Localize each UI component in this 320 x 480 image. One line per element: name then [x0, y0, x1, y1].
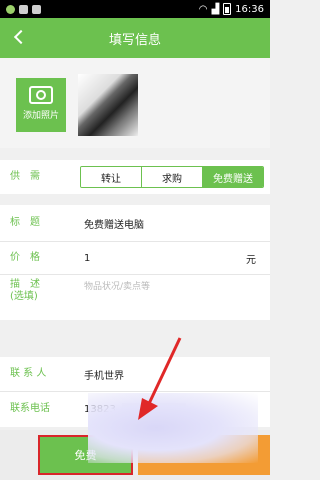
option-free-gift[interactable]: 免费赠送 — [202, 167, 263, 187]
price-input[interactable]: 1 — [84, 253, 90, 264]
add-photo-label: 添加照片 — [22, 111, 59, 121]
title-label: 标 题 — [10, 217, 40, 228]
supply-demand-row: 供 需 转让 求购 免费赠送 — [0, 160, 270, 194]
title-row: 标 题 免费赠送电脑 — [0, 205, 270, 241]
contact-person-label: 联 系 人 — [10, 368, 47, 379]
description-optional-note: (选填) — [10, 291, 38, 302]
camera-icon — [29, 86, 53, 104]
add-photo-button[interactable]: 添加照片 — [16, 78, 66, 132]
description-row: 描 述 (选填) 物品状况/卖点等 — [0, 275, 270, 319]
status-time: 16:36 — [235, 3, 264, 15]
page-title: 填写信息 — [108, 32, 161, 48]
app-bar: 填写信息 — [0, 18, 270, 58]
price-row: 价 格 1 元 — [0, 242, 270, 274]
contact-person-input[interactable]: 手机世界 — [84, 367, 124, 382]
title-input[interactable]: 免费赠送电脑 — [84, 216, 144, 231]
supply-demand-label: 供 需 — [10, 171, 40, 182]
supply-demand-segmented-control: 转让 求购 免费赠送 — [80, 166, 264, 188]
listing-form: 标 题 免费赠送电脑 价 格 1 元 描 述 (选填) 物品状况/卖点等 — [0, 205, 270, 320]
option-transfer[interactable]: 转让 — [81, 167, 141, 187]
back-icon[interactable] — [10, 26, 32, 48]
contact-person-row: 联 系 人 手机世界 — [0, 357, 270, 391]
photo-thumbnail[interactable] — [78, 74, 138, 136]
price-label: 价 格 — [10, 252, 40, 263]
blur-overlay — [88, 393, 258, 463]
wifi-icon: ◠ — [198, 3, 208, 15]
image-notification-icon — [19, 4, 28, 14]
description-input[interactable]: 物品状况/卖点等 — [84, 279, 150, 292]
app-notification-icon — [6, 4, 15, 14]
photo-section: 添加照片 — [0, 58, 270, 148]
status-bar: ◠ ▟ 16:36 — [0, 0, 270, 18]
option-wanted[interactable]: 求购 — [141, 167, 202, 187]
usb-icon — [32, 4, 41, 14]
description-label: 描 述 (选填) — [0, 279, 70, 303]
price-unit: 元 — [246, 254, 256, 266]
description-label-text: 描 述 — [10, 279, 40, 290]
signal-icon: ▟ — [211, 3, 220, 15]
battery-icon — [223, 3, 232, 15]
contact-phone-label: 联系电话 — [10, 403, 50, 414]
